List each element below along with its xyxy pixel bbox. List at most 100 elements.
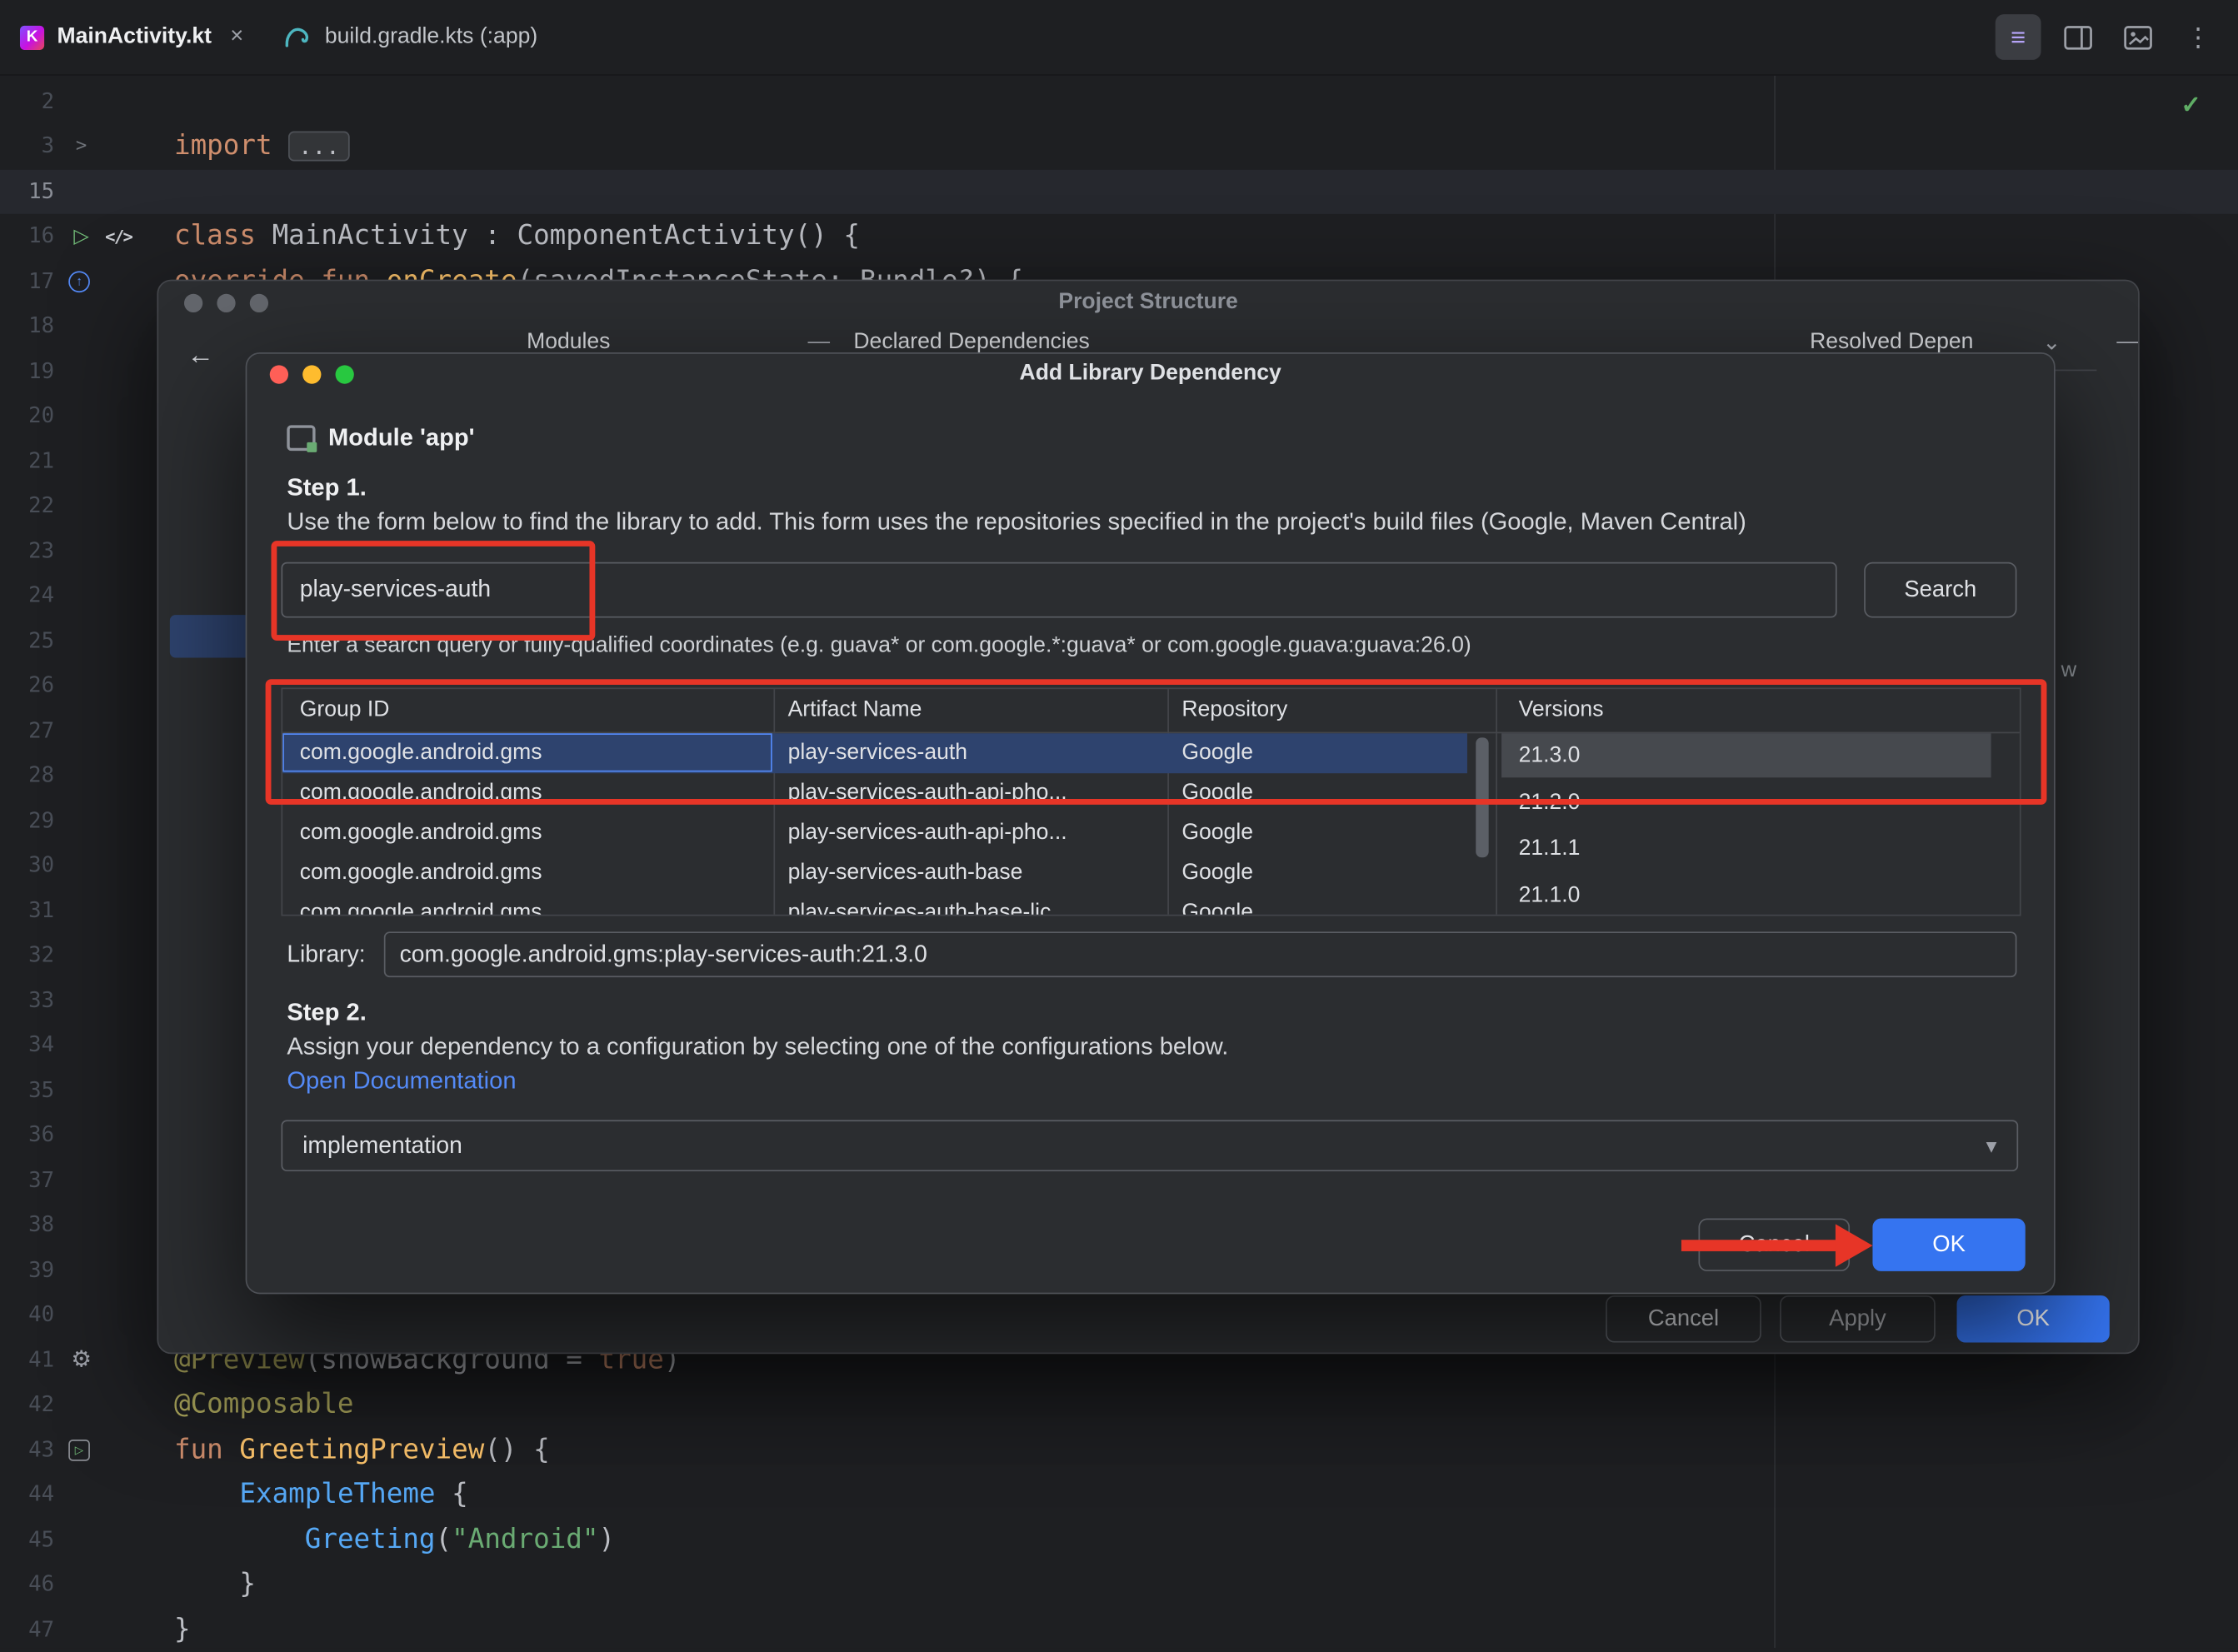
code-token [174,1478,239,1510]
annotation-arrow-head [1836,1224,1873,1266]
modules-panel-title: Modules [527,330,610,356]
kotlin-file-icon [20,25,44,49]
ok-button[interactable]: OK [1872,1219,2025,1271]
line-number: 40 [0,1293,54,1338]
fold-icon[interactable]: > [68,134,94,160]
line-number: 42 [0,1383,54,1428]
close-icon[interactable]: × [230,24,243,50]
structure-toggle-icon[interactable]: ≡ [1996,14,2041,60]
tab-label: build.gradle.kts (:app) [325,24,537,50]
tab-label: MainActivity.kt [57,24,212,50]
code-token: import [174,130,288,162]
code-token: ExampleTheme [239,1478,435,1510]
gear-icon[interactable]: ⚙ [68,1347,94,1373]
resolved-dependencies-header: Resolved Depen [1810,330,1973,356]
code-text: ExampleTheme { [174,1472,468,1517]
tags-icon[interactable]: </> [106,223,132,249]
line-number: 3 [0,124,54,169]
line-number: 37 [0,1158,54,1203]
line-number: 41 [0,1338,54,1383]
inspection-check-icon[interactable]: ✓ [2181,92,2201,120]
line-number: 31 [0,888,54,933]
code-line: 47} [0,1607,2238,1652]
code-text: class MainActivity : ComponentActivity()… [174,214,860,259]
code-line: 46 } [0,1562,2238,1607]
annotation-rect-results [266,679,2047,805]
code-token: } [174,1568,256,1600]
line-number: 36 [0,1113,54,1158]
split-layout-icon[interactable] [2056,14,2101,60]
override-icon[interactable]: ↑ [68,271,90,292]
line-number: 44 [0,1472,54,1517]
code-token: } [174,1613,191,1645]
back-arrow-icon[interactable]: ← [187,341,214,372]
splitter-icon: — [808,330,831,356]
configuration-value: implementation [302,1132,462,1160]
step2-title: Step 2. [287,999,366,1027]
tabbar-actions: ≡ ⋮ [1996,12,2221,61]
line-number: 33 [0,978,54,1023]
ps-cancel-button[interactable]: Cancel [1606,1295,1761,1343]
dialog-title: Add Library Dependency [247,361,2054,387]
line-number: 19 [0,349,54,394]
preview-image-icon[interactable] [2116,14,2161,60]
search-button[interactable]: Search [1864,562,2016,618]
ps-apply-button[interactable]: Apply [1780,1295,1936,1343]
line-number: 46 [0,1562,54,1607]
gutter-icons: ↑ [68,259,90,304]
open-documentation-link[interactable]: Open Documentation [287,1067,516,1096]
line-number: 27 [0,708,54,753]
code-line: 15 [0,169,2238,214]
line-number: 21 [0,439,54,484]
step1-title: Step 1. [287,474,366,502]
code-text: } [174,1607,191,1652]
line-number: 20 [0,394,54,439]
line-number: 32 [0,933,54,978]
annotation-rect-search [271,541,595,641]
run-icon[interactable]: ▷ [68,223,94,249]
code-text: import ... [174,124,350,169]
code-line: 16▷</>class MainActivity : ComponentActi… [0,214,2238,259]
version-item[interactable]: 21.1.0 [1497,872,2021,916]
step2-text: Assign your dependency to a configuratio… [287,1033,2014,1061]
module-icon [287,425,315,451]
dropdown-chevron-icon: ▾ [1986,1133,1997,1159]
gutter-icons: ▷ [68,1427,90,1472]
ps-ok-button[interactable]: OK [1957,1295,2110,1343]
module-row: Module 'app' [287,424,474,452]
library-input[interactable] [384,931,2017,977]
version-item[interactable]: 21.1.1 [1497,826,2021,872]
code-line: 44 ExampleTheme { [0,1472,2238,1517]
code-line: 45 Greeting("Android") [0,1517,2238,1562]
add-library-dependency-dialog: Add Library Dependency Module 'app' Step… [246,352,2056,1294]
tab-mainactivity[interactable]: MainActivity.kt × [0,0,263,74]
code-line: 43▷fun GreetingPreview() { [0,1427,2238,1472]
configuration-dropdown[interactable]: implementation ▾ [281,1120,2018,1171]
window-title: Project Structure [158,290,2138,316]
line-number: 45 [0,1517,54,1562]
code-token: { [436,1478,468,1510]
code-token: Greeting [305,1523,436,1555]
more-options-icon[interactable]: ⋮ [2176,14,2221,60]
code-token: ... [288,132,349,162]
compose-icon[interactable]: ▷ [68,1440,90,1461]
tab-buildgradle[interactable]: build.gradle.kts (:app) [263,0,557,74]
library-label: Library: [287,941,365,969]
line-number: 17 [0,259,54,304]
code-token: class [174,220,272,252]
line-number: 35 [0,1068,54,1113]
line-number: 39 [0,1248,54,1293]
line-number: 24 [0,573,54,618]
code-line: 2 [0,79,2238,124]
line-number: 2 [0,79,54,124]
clipped-text-fragment: w [2061,658,2077,682]
line-number: 23 [0,529,54,574]
annotation-arrow [1681,1224,1876,1266]
annotation-arrow-shaft [1681,1240,1838,1251]
code-token: fun [174,1433,239,1465]
collapse-icon[interactable]: — [2116,330,2139,356]
code-token: GreetingPreview [239,1433,484,1465]
code-token: ( [436,1523,452,1555]
module-label: Module 'app' [328,424,475,452]
gutter-icons: > [68,124,94,169]
